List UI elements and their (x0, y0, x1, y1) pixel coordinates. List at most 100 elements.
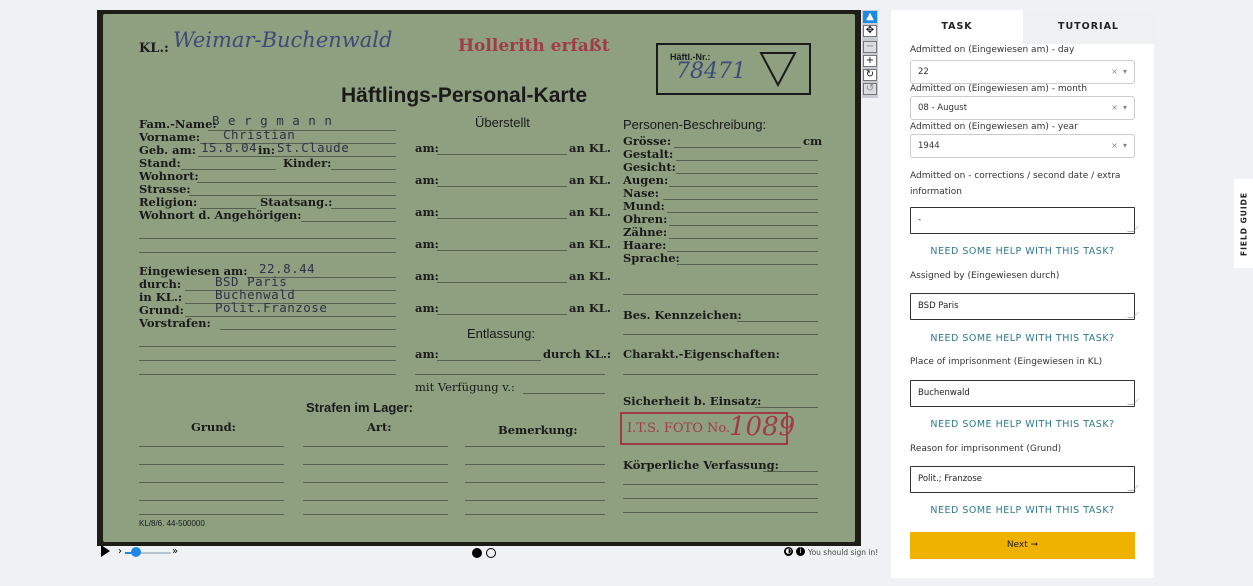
sign-in-notice: You should sign in! (808, 548, 879, 557)
fam-name-value: B e r g m a n n (212, 113, 333, 128)
am-label-5: am: (415, 269, 439, 283)
an-kl-label-6: an KL. (569, 301, 611, 315)
rotate-icon[interactable]: ↺ (863, 83, 877, 95)
chevron-down-icon[interactable]: ▾ (1123, 141, 1127, 150)
subject-image[interactable]: KL.: Weimar-Buchenwald Hollerith erfaßt … (97, 10, 861, 546)
an-kl-label-5: an KL. (569, 269, 611, 283)
staatsang-label: Staatsang.: (260, 195, 333, 209)
strasse-label: Strasse: (139, 182, 191, 196)
corrections-input[interactable]: - (910, 207, 1139, 234)
grund-column: Grund: (191, 420, 236, 434)
art-column: Art: (367, 420, 392, 434)
play-icon[interactable] (101, 545, 110, 557)
zoom-out-icon[interactable]: − (863, 41, 877, 53)
next-button[interactable]: Next ➞ (910, 532, 1135, 559)
stand-label: Stand: (139, 156, 181, 170)
pointer-icon[interactable]: ▲ (863, 11, 877, 23)
grund-label: Grund: (139, 303, 184, 317)
haare-label: Haare: (623, 238, 667, 252)
geb-in-value: St.Claude (277, 140, 350, 155)
field-guide-label: FIELD GUIDE (1239, 191, 1248, 256)
place-input[interactable]: Buchenwald (910, 380, 1139, 407)
sicherheit-label: Sicherheit b. Einsatz: (623, 394, 762, 408)
help-link-1[interactable]: NEED SOME HELP WITH THIS TASK? (910, 246, 1135, 257)
clear-icon[interactable]: × (1111, 103, 1118, 112)
chevron-down-icon[interactable]: ▾ (1123, 103, 1127, 112)
hollerith-stamp: Hollerith erfaßt (458, 36, 610, 56)
entlassung-heading: Entlassung: (467, 326, 535, 341)
speed-up-icon[interactable]: » (172, 546, 178, 557)
ohren-label: Ohren: (623, 212, 668, 226)
an-kl-label-4: an KL. (569, 237, 611, 251)
info-icon[interactable]: i (796, 547, 805, 556)
assigned-value: BSD Paris (918, 301, 959, 311)
geb-value: 15.8.04 (201, 140, 258, 155)
panel-tabs: TASK TUTORIAL (891, 10, 1154, 44)
clear-icon[interactable]: × (1111, 141, 1118, 150)
cm-label: cm (803, 134, 823, 148)
geb-in-label: in: (258, 143, 275, 157)
day-label: Admitted on (Eingewiesen am) - day (910, 45, 1075, 55)
corrections-label: Admitted on - corrections / second date … (910, 171, 1121, 197)
assigned-input[interactable]: BSD Paris (910, 293, 1139, 320)
viewer-toolbar: ▲ ✥ − + ↻ ↺ (862, 10, 878, 98)
haftl-nr-value: 78471 (676, 59, 746, 84)
chevron-down-icon[interactable]: ▾ (1123, 67, 1127, 76)
year-value: 1944 (918, 141, 940, 151)
resize-handle-icon[interactable] (1127, 485, 1139, 491)
tab-task[interactable]: TASK (891, 10, 1023, 44)
augen-label: Augen: (623, 173, 669, 187)
help-link-4[interactable]: NEED SOME HELP WITH THIS TASK? (910, 505, 1135, 516)
month-select[interactable]: 08 - August × ▾ (910, 96, 1135, 120)
speed-slider-handle[interactable] (131, 547, 141, 557)
bes-kennzeichen-label: Bes. Kennzeichen: (623, 308, 742, 322)
durch-label: durch: (139, 277, 182, 291)
am-label-7: am: (415, 347, 439, 361)
an-kl-label-3: an KL. (569, 205, 611, 219)
month-value: 08 - August (918, 103, 968, 113)
invert-icon[interactable]: ◐ (784, 547, 793, 556)
card-title: Häftlings-Personal-Karte (341, 84, 588, 107)
reason-value: Polit.; Franzose (918, 474, 983, 484)
month-label: Admitted on (Eingewiesen am) - month (910, 84, 1088, 94)
help-link-3[interactable]: NEED SOME HELP WITH THIS TASK? (910, 419, 1135, 430)
speed-down-icon[interactable]: › (118, 546, 122, 557)
subject-viewer[interactable]: KL.: Weimar-Buchenwald Hollerith erfaßt … (97, 10, 881, 560)
strafen-heading: Strafen im Lager: (306, 400, 413, 415)
tab-tutorial[interactable]: TUTORIAL (1023, 10, 1154, 44)
am-label-4: am: (415, 237, 439, 251)
help-link-2[interactable]: NEED SOME HELP WITH THIS TASK? (910, 333, 1135, 344)
resize-handle-icon[interactable] (1127, 312, 1139, 318)
frame-dot-1[interactable] (472, 548, 482, 558)
year-controls[interactable]: × ▾ (1111, 135, 1127, 157)
personen-heading: Personen-Beschreibung: (623, 117, 767, 132)
field-guide-tab[interactable]: FIELD GUIDE (1234, 179, 1253, 268)
clear-icon[interactable]: × (1111, 67, 1118, 76)
reset-view-icon[interactable]: ↻ (863, 69, 877, 81)
frame-dot-2[interactable] (486, 548, 496, 558)
mund-label: Mund: (623, 199, 665, 213)
religion-label: Religion: (139, 195, 198, 209)
geb-label: Geb. am: (139, 143, 197, 157)
am-label-2: am: (415, 173, 439, 187)
an-kl-label-2: an KL. (569, 173, 611, 187)
resize-handle-icon[interactable] (1127, 399, 1139, 405)
move-icon[interactable]: ✥ (863, 25, 877, 37)
resize-handle-icon[interactable] (1127, 226, 1139, 232)
place-value: Buchenwald (918, 388, 970, 398)
reason-input[interactable]: Polit.; Franzose (910, 466, 1139, 493)
ueberstellt-heading: Überstellt (475, 115, 530, 130)
gesicht-label: Gesicht: (623, 160, 676, 174)
am-label-3: am: (415, 205, 439, 219)
day-controls[interactable]: × ▾ (1111, 61, 1127, 83)
in-kl-label: in KL.: (139, 290, 183, 304)
month-controls[interactable]: × ▾ (1111, 97, 1127, 119)
grund-value: Polit.Franzose (215, 300, 328, 315)
year-select[interactable]: 1944 × ▾ (910, 134, 1135, 158)
fam-name-label: Fam.-Name: (139, 117, 217, 131)
zoom-in-icon[interactable]: + (863, 55, 877, 67)
prisoner-number-box: Häftl.-Nr.: 78471 (656, 43, 811, 95)
wohnort-label: Wohnort: (139, 169, 199, 183)
nase-label: Nase: (623, 186, 659, 200)
assigned-label: Assigned by (Eingewiesen durch) (910, 271, 1060, 281)
